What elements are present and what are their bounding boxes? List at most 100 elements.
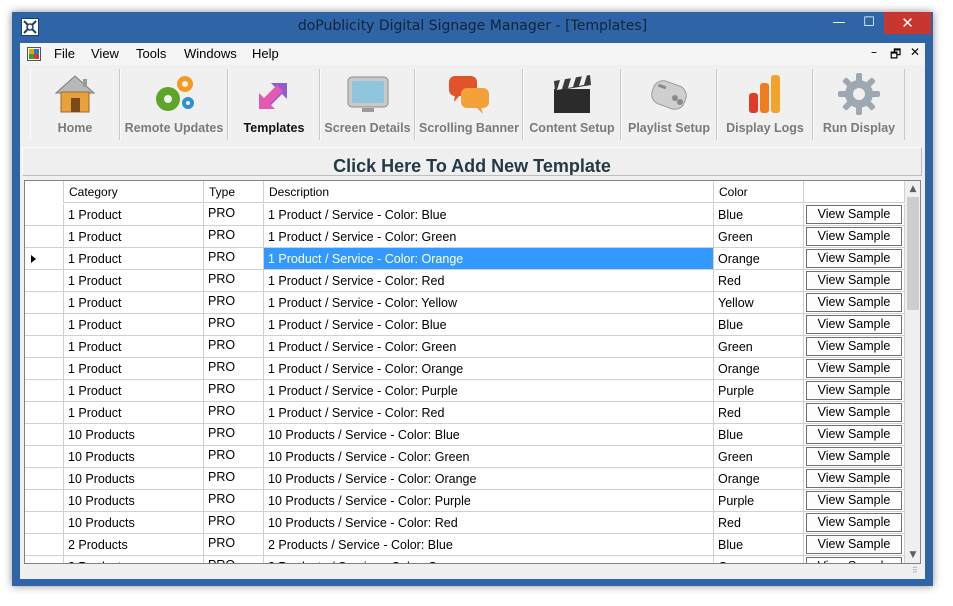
category-cell[interactable]: 10 Products xyxy=(64,468,204,490)
row-selector[interactable] xyxy=(25,446,64,468)
type-cell[interactable]: PRO xyxy=(204,314,264,336)
category-cell[interactable]: 1 Product xyxy=(64,314,204,336)
description-cell[interactable]: 1 Product / Service - Color: Blue xyxy=(264,314,714,336)
row-selector[interactable] xyxy=(25,270,64,292)
row-selector[interactable] xyxy=(25,424,64,446)
toolbar-templates-button[interactable]: Templates xyxy=(228,69,320,140)
category-cell[interactable]: 1 Product xyxy=(64,336,204,358)
row-selector[interactable] xyxy=(25,204,64,226)
mdi-minimize-button[interactable]: – xyxy=(871,45,877,59)
menu-file[interactable]: File xyxy=(54,46,75,61)
header-category[interactable]: Category xyxy=(64,181,204,203)
description-cell[interactable]: 10 Products / Service - Color: Red xyxy=(264,512,714,534)
menu-view[interactable]: View xyxy=(91,46,119,61)
row-selector[interactable] xyxy=(25,490,64,512)
view-sample-button[interactable]: View Sample xyxy=(806,403,902,422)
category-cell[interactable]: 1 Product xyxy=(64,226,204,248)
type-cell[interactable]: PRO xyxy=(204,226,264,248)
mdi-restore-button[interactable]: 🗗 xyxy=(890,45,901,66)
row-selector[interactable] xyxy=(25,380,64,402)
category-cell[interactable]: 1 Product xyxy=(64,402,204,424)
toolbar-playlist-setup-button[interactable]: Playlist Setup xyxy=(621,69,717,140)
color-cell[interactable]: Green xyxy=(714,446,804,468)
view-sample-button[interactable]: View Sample xyxy=(806,425,902,444)
table-row[interactable]: 1 Product PRO 1 Product / Service - Color:… xyxy=(25,248,905,270)
color-cell[interactable]: Blue xyxy=(714,314,804,336)
color-cell[interactable]: Orange xyxy=(714,248,804,270)
category-cell[interactable]: 10 Products xyxy=(64,512,204,534)
category-cell[interactable]: 10 Products xyxy=(64,490,204,512)
toolbar-screen-details-button[interactable]: Screen Details xyxy=(320,69,415,140)
table-row[interactable]: 10 Products PRO 10 Products / Service - Co… xyxy=(25,446,905,468)
color-cell[interactable]: Green xyxy=(714,336,804,358)
type-cell[interactable]: PRO xyxy=(204,556,264,563)
view-sample-button[interactable]: View Sample xyxy=(806,337,902,356)
table-row[interactable]: 10 Products PRO 10 Products / Service - Co… xyxy=(25,424,905,446)
table-row[interactable]: 1 Product PRO 1 Product / Service - Color:… xyxy=(25,358,905,380)
menu-tools[interactable]: Tools xyxy=(136,46,166,61)
description-cell[interactable]: 10 Products / Service - Color: Purple xyxy=(264,490,714,512)
type-cell[interactable]: PRO xyxy=(204,270,264,292)
view-sample-button[interactable]: View Sample xyxy=(806,491,902,510)
menu-help[interactable]: Help xyxy=(252,46,279,61)
table-row[interactable]: 1 Product PRO 1 Product / Service - Color:… xyxy=(25,336,905,358)
mdi-child-icon[interactable] xyxy=(27,47,41,61)
category-cell[interactable]: 1 Product xyxy=(64,204,204,226)
toolbar-remote-updates-button[interactable]: Remote Updates xyxy=(120,69,228,140)
color-cell[interactable]: Green xyxy=(714,556,804,563)
row-selector[interactable] xyxy=(25,512,64,534)
scroll-up-arrow-icon[interactable]: ▲ xyxy=(905,181,920,197)
view-sample-button[interactable]: View Sample xyxy=(806,359,902,378)
description-cell[interactable]: 10 Products / Service - Color: Orange xyxy=(264,468,714,490)
type-cell[interactable]: PRO xyxy=(204,248,264,270)
description-cell[interactable]: 1 Product / Service - Color: Yellow xyxy=(264,292,714,314)
description-cell[interactable]: 1 Product / Service - Color: Red xyxy=(264,402,714,424)
color-cell[interactable]: Orange xyxy=(714,358,804,380)
table-row[interactable]: 10 Products PRO 10 Products / Service - Co… xyxy=(25,490,905,512)
type-cell[interactable]: PRO xyxy=(204,380,264,402)
color-cell[interactable]: Red xyxy=(714,270,804,292)
description-cell[interactable]: 1 Product / Service - Color: Orange xyxy=(264,248,714,270)
view-sample-button[interactable]: View Sample xyxy=(806,557,902,563)
view-sample-button[interactable]: View Sample xyxy=(806,513,902,532)
category-cell[interactable]: 1 Product xyxy=(64,248,204,270)
table-row[interactable]: 1 Product PRO 1 Product / Service - Color:… xyxy=(25,204,905,226)
toolbar-content-setup-button[interactable]: Content Setup xyxy=(523,69,621,140)
header-color[interactable]: Color xyxy=(714,181,804,203)
description-cell[interactable]: 1 Product / Service - Color: Orange xyxy=(264,358,714,380)
table-row[interactable]: 1 Product PRO 1 Product / Service - Color:… xyxy=(25,270,905,292)
description-cell[interactable]: 1 Product / Service - Color: Green xyxy=(264,336,714,358)
category-cell[interactable]: 10 Products xyxy=(64,424,204,446)
table-row[interactable]: 10 Products PRO 10 Products / Service - Co… xyxy=(25,512,905,534)
row-selector[interactable] xyxy=(25,292,64,314)
table-row[interactable]: 2 Products PRO 2 Products / Service - Colo… xyxy=(25,556,905,563)
category-cell[interactable]: 1 Product xyxy=(64,292,204,314)
header-type[interactable]: Type xyxy=(204,181,264,203)
title-bar[interactable]: doPublicity Digital Signage Manager - [T… xyxy=(12,12,933,42)
vertical-scrollbar[interactable]: ▲ ▼ xyxy=(905,181,920,563)
add-new-template-button[interactable]: Click Here To Add New Template xyxy=(22,147,922,176)
maximize-button[interactable]: ☐ xyxy=(854,12,884,34)
table-row[interactable]: 1 Product PRO 1 Product / Service - Color:… xyxy=(25,292,905,314)
description-cell[interactable]: 2 Products / Service - Color: Blue xyxy=(264,534,714,556)
table-row[interactable]: 1 Product PRO 1 Product / Service - Color:… xyxy=(25,402,905,424)
type-cell[interactable]: PRO xyxy=(204,402,264,424)
description-cell[interactable]: 10 Products / Service - Color: Green xyxy=(264,446,714,468)
scrollbar-thumb[interactable] xyxy=(907,197,919,310)
view-sample-button[interactable]: View Sample xyxy=(806,227,902,246)
table-row[interactable]: 1 Product PRO 1 Product / Service - Color:… xyxy=(25,380,905,402)
color-cell[interactable]: Red xyxy=(714,402,804,424)
description-cell[interactable]: 1 Product / Service - Color: Red xyxy=(264,270,714,292)
row-selector[interactable] xyxy=(25,534,64,556)
view-sample-button[interactable]: View Sample xyxy=(806,535,902,554)
row-selector[interactable] xyxy=(25,556,64,563)
toolbar-scrolling-banner-button[interactable]: Scrolling Banner xyxy=(415,69,523,140)
close-button[interactable]: ✕ xyxy=(884,12,931,34)
color-cell[interactable]: Green xyxy=(714,226,804,248)
row-selector[interactable] xyxy=(25,314,64,336)
description-cell[interactable]: 1 Product / Service - Color: Purple xyxy=(264,380,714,402)
type-cell[interactable]: PRO xyxy=(204,358,264,380)
category-cell[interactable]: 2 Products xyxy=(64,556,204,563)
view-sample-button[interactable]: View Sample xyxy=(806,293,902,312)
category-cell[interactable]: 1 Product xyxy=(64,358,204,380)
